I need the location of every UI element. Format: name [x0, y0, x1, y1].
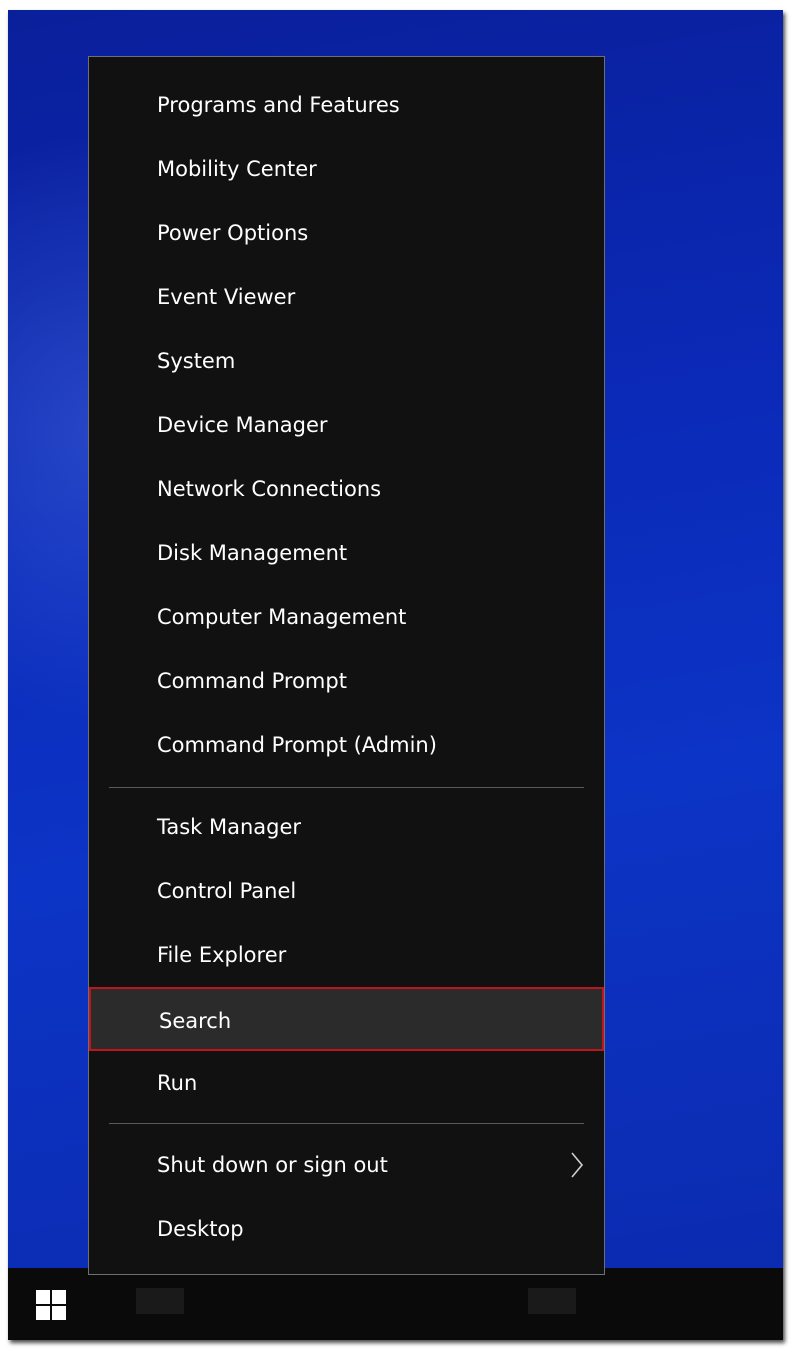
menu-item-label: Shut down or sign out — [157, 1153, 388, 1177]
menu-item-computer-management[interactable]: Computer Management — [89, 585, 604, 649]
menu-item-system[interactable]: System — [89, 329, 604, 393]
menu-item-mobility-center[interactable]: Mobility Center — [89, 137, 604, 201]
menu-item-programs-and-features[interactable]: Programs and Features — [89, 73, 604, 137]
windows-logo-icon[interactable] — [36, 1290, 66, 1320]
menu-item-control-panel[interactable]: Control Panel — [89, 859, 604, 923]
menu-item-run[interactable]: Run — [89, 1051, 604, 1115]
menu-item-command-prompt-admin[interactable]: Command Prompt (Admin) — [89, 713, 604, 777]
menu-separator — [109, 787, 584, 788]
menu-item-search[interactable]: Search — [89, 987, 604, 1051]
menu-separator — [109, 1123, 584, 1124]
menu-item-event-viewer[interactable]: Event Viewer — [89, 265, 604, 329]
menu-item-command-prompt[interactable]: Command Prompt — [89, 649, 604, 713]
taskbar — [8, 1268, 783, 1340]
menu-item-desktop[interactable]: Desktop — [89, 1197, 604, 1261]
taskbar-app-slot — [136, 1288, 184, 1314]
desktop-background: Programs and Features Mobility Center Po… — [8, 10, 783, 1340]
power-user-menu: Programs and Features Mobility Center Po… — [88, 56, 605, 1275]
menu-item-task-manager[interactable]: Task Manager — [89, 795, 604, 859]
taskbar-app-slot — [528, 1288, 576, 1314]
menu-item-shut-down-or-sign-out[interactable]: Shut down or sign out — [89, 1133, 604, 1197]
menu-item-network-connections[interactable]: Network Connections — [89, 457, 604, 521]
menu-item-disk-management[interactable]: Disk Management — [89, 521, 604, 585]
menu-item-power-options[interactable]: Power Options — [89, 201, 604, 265]
menu-item-device-manager[interactable]: Device Manager — [89, 393, 604, 457]
menu-item-file-explorer[interactable]: File Explorer — [89, 923, 604, 987]
